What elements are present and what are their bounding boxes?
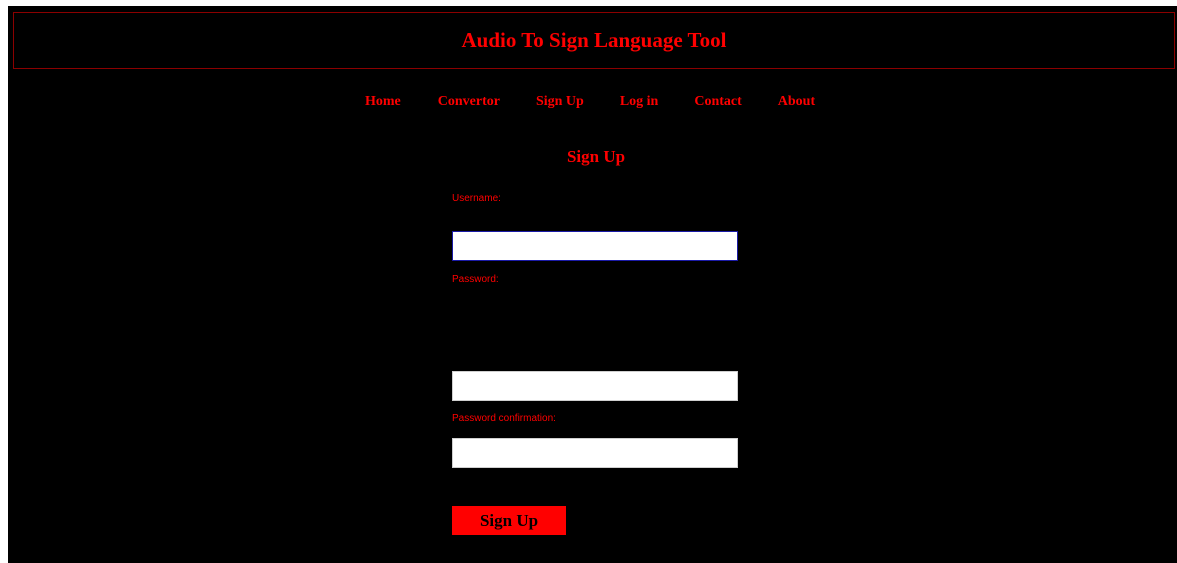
nav-sign-up[interactable]: Sign Up [536,94,584,110]
username-input[interactable] [452,231,738,261]
site-title: Audio To Sign Language Tool [461,28,727,52]
password-confirmation-input[interactable] [452,438,738,468]
username-label: Username: [452,193,501,204]
nav-log-in[interactable]: Log in [620,94,659,110]
password-confirmation-label: Password confirmation: [452,413,556,424]
nav-home[interactable]: Home [365,94,401,110]
nav-convertor[interactable]: Convertor [438,94,500,110]
password-input[interactable] [452,371,738,401]
nav-contact[interactable]: Contact [694,94,741,110]
site-header: Audio To Sign Language Tool [13,12,1175,69]
form-title: Sign Up [566,147,626,166]
password-label: Password: [452,274,499,285]
page: Audio To Sign Language Tool Home Convert… [8,6,1177,563]
sign-up-button[interactable]: Sign Up [452,506,566,535]
nav-about[interactable]: About [778,94,815,110]
main-nav: Home Convertor Sign Up Log in Contact Ab… [365,94,815,110]
